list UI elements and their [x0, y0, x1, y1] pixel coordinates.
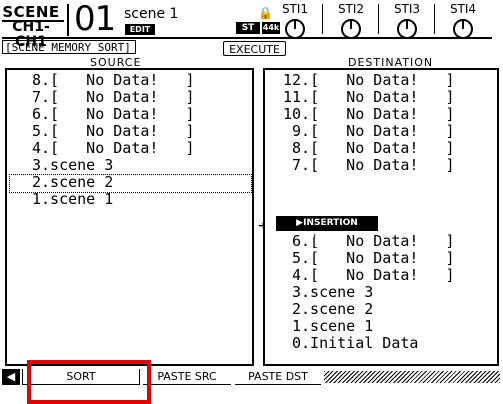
st-input-3-label: STI3	[393, 2, 421, 16]
source-item-selected[interactable]: 2.scene 2	[32, 174, 113, 191]
st-divider	[378, 4, 379, 34]
st-input-3[interactable]: STI3	[382, 2, 432, 40]
st-input-4-label: STI4	[449, 2, 477, 16]
tab-bar-fill	[324, 371, 500, 383]
header-divider	[67, 4, 69, 36]
tab-paste-dst[interactable]: PASTE DST	[235, 369, 321, 385]
source-item[interactable]: 4.[ No Data! ]	[32, 140, 195, 157]
execute-button[interactable]: EXECUTE	[223, 41, 286, 56]
highlight-box	[27, 360, 151, 404]
destination-item[interactable]: 5.[ No Data! ]	[292, 250, 455, 267]
source-item[interactable]: 5.[ No Data! ]	[32, 123, 195, 140]
destination-item[interactable]: 10.[ No Data! ]	[283, 106, 455, 123]
destination-item[interactable]: 12.[ No Data! ]	[283, 72, 455, 89]
screen-title: SCENE	[2, 3, 60, 21]
destination-item[interactable]: 7.[ No Data! ]	[292, 157, 455, 174]
st-divider	[434, 4, 435, 34]
source-item[interactable]: 7.[ No Data! ]	[32, 89, 195, 106]
source-item[interactable]: 3.scene 3	[32, 157, 113, 174]
source-list[interactable]: 8.[ No Data! ] 7.[ No Data! ] 6.[ No Dat…	[5, 68, 254, 366]
destination-item[interactable]: 1.scene 1	[292, 318, 373, 335]
insertion-point-marker: ▶INSERTION POINT◀	[276, 216, 378, 243]
destination-item[interactable]: 2.scene 2	[292, 301, 373, 318]
destination-item[interactable]: 8.[ No Data! ]	[292, 140, 455, 157]
tab-paste-src[interactable]: PASTE SRC	[143, 369, 231, 385]
destination-item[interactable]: 3.scene 3	[292, 284, 373, 301]
scene-number: 01	[74, 0, 116, 39]
chevron-left-icon: ◀	[6, 370, 16, 383]
st-input-1[interactable]: STI1	[270, 2, 320, 40]
st-badge: ST	[236, 22, 260, 34]
st-input-2-label: STI2	[337, 2, 365, 16]
st-input-4[interactable]: STI4	[438, 2, 488, 40]
st-divider	[322, 4, 323, 34]
edit-badge: EDIT	[125, 24, 155, 35]
destination-item[interactable]: 0.Initial Data	[292, 335, 418, 352]
destination-item[interactable]: 11.[ No Data! ]	[283, 89, 455, 106]
mode-label: [SCENE MEMORY SORT]	[2, 40, 136, 54]
mode-label-text: SCENE MEMORY SORT	[11, 41, 125, 54]
source-item[interactable]: 8.[ No Data! ]	[32, 72, 195, 89]
source-item[interactable]: 6.[ No Data! ]	[32, 106, 195, 123]
scene-name: scene 1	[124, 6, 179, 22]
tab-scroll-left[interactable]: ◀	[2, 369, 20, 385]
st-input-2[interactable]: STI2	[326, 2, 376, 40]
header-rule	[2, 37, 492, 39]
destination-item[interactable]: 4.[ No Data! ]	[292, 267, 455, 284]
destination-item[interactable]: 9.[ No Data! ]	[292, 123, 455, 140]
st-input-1-label: STI1	[281, 2, 309, 16]
source-item[interactable]: 1.scene 1	[32, 191, 113, 208]
